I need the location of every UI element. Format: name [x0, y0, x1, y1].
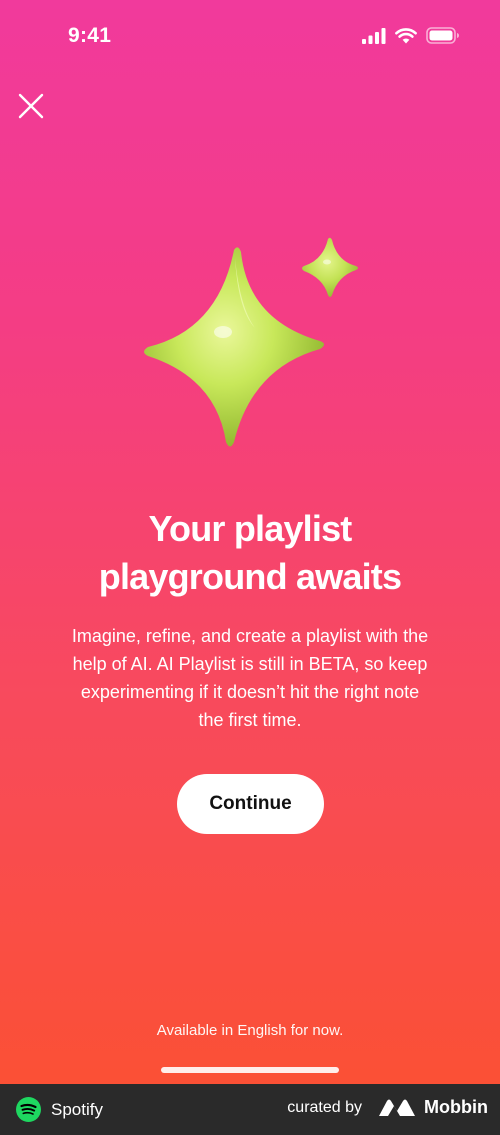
spotify-logo-icon — [16, 1097, 41, 1122]
brand-name: Mobbin — [424, 1097, 488, 1117]
cellular-signal-icon — [362, 27, 386, 44]
page-title: Your playlist playground awaits — [0, 505, 500, 601]
wifi-icon — [395, 27, 417, 43]
description: Imagine, refine, and create a playlist w… — [40, 622, 460, 734]
close-button[interactable] — [16, 91, 46, 121]
title-line: playground awaits — [98, 556, 402, 597]
home-indicator[interactable] — [161, 1067, 339, 1073]
description-line: experimenting if it doesn’t hit the righ… — [80, 682, 420, 702]
app-attribution: Spotify — [16, 1097, 103, 1122]
battery-icon — [426, 27, 459, 44]
title-line: Your playlist — [148, 508, 353, 549]
continue-button[interactable]: Continue — [177, 774, 324, 834]
description-line: Imagine, refine, and create a playlist w… — [71, 626, 429, 646]
onboarding-screen: 9:41 Your playlist playground awaits Ima… — [0, 0, 500, 1084]
description-line: help of AI. AI Playlist is still in BETA… — [72, 654, 428, 674]
app-name: Spotify — [51, 1099, 103, 1119]
language-note: Available in English for now. — [156, 1022, 344, 1039]
status-icons — [362, 27, 460, 44]
curated-by-label: curated by — [287, 1098, 363, 1116]
status-time: 9:41 — [68, 24, 112, 47]
close-icon — [18, 93, 44, 119]
attribution-bar: Spotify curated by Mobbin — [0, 1084, 500, 1135]
description-line: the first time. — [198, 710, 302, 730]
sparkles-icon — [144, 237, 358, 447]
mobbin-logo-icon — [379, 1099, 416, 1116]
curator-attribution: curated by Mobbin — [287, 1097, 488, 1118]
